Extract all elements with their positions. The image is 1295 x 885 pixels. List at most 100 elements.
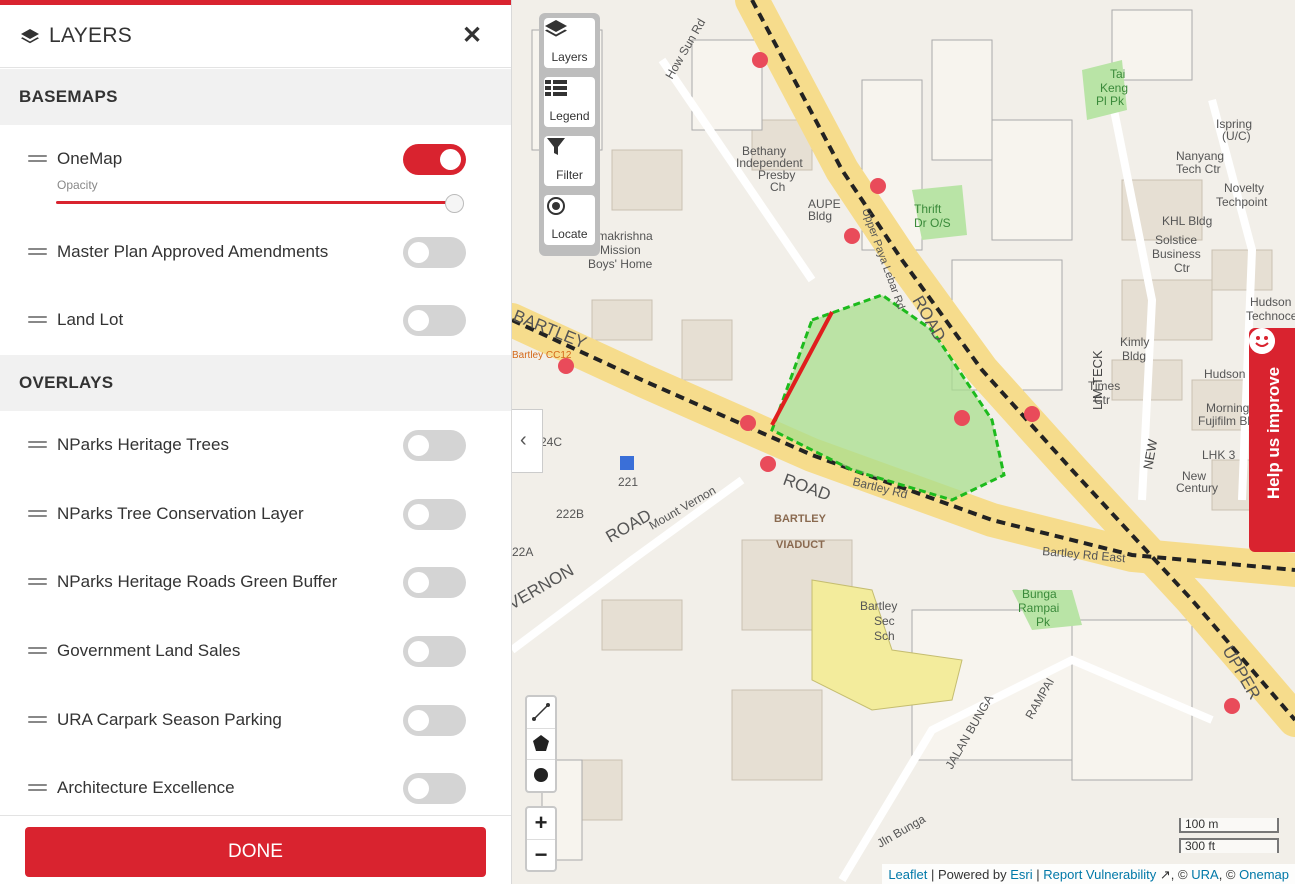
layers-button[interactable]: Layers (544, 18, 595, 68)
chevron-left-icon: ‹ (520, 429, 527, 451)
drag-handle-icon[interactable] (28, 578, 47, 587)
svg-text:Nanyang: Nanyang (1176, 149, 1224, 163)
polyline-icon (532, 703, 550, 721)
help-us-improve-tab[interactable]: Help us improve (1249, 328, 1295, 552)
esri-link[interactable]: Esri (1010, 867, 1032, 882)
opacity-thumb[interactable] (444, 194, 464, 213)
svg-text:Bunga: Bunga (1022, 587, 1057, 601)
map-view[interactable]: BARTLEY VIADUCT Bartley Sec Sch AUPE Bld… (512, 0, 1295, 884)
svg-text:Bartley CC12: Bartley CC12 (512, 350, 572, 361)
map-control-group: Layers Legend Filter Locate (539, 13, 600, 256)
svg-text:ROAD: ROAD (603, 505, 655, 546)
svg-text:22A: 22A (512, 545, 533, 559)
svg-text:Sec: Sec (874, 614, 895, 628)
green-buffer-toggle[interactable] (403, 567, 466, 598)
land-sales-toggle[interactable] (403, 636, 466, 667)
layer-row-land-lot: Land Lot (0, 301, 511, 341)
layers-icon (545, 20, 567, 37)
svg-text:Century: Century (1176, 481, 1218, 495)
filter-button[interactable]: Filter (544, 136, 595, 186)
layer-label: Land Lot (57, 310, 124, 329)
drag-handle-icon[interactable] (28, 716, 47, 725)
layer-label: NParks Tree Conservation Layer (57, 504, 304, 523)
draw-circle-button[interactable] (527, 759, 555, 790)
attribution-separator: | (1036, 867, 1040, 882)
svg-text:Pk: Pk (1036, 615, 1051, 629)
layer-label: NParks Heritage Roads Green Buffer (57, 572, 338, 591)
svg-text:KHL Bldg: KHL Bldg (1162, 214, 1212, 228)
svg-text:Pl Pk: Pl Pk (1096, 94, 1125, 108)
layer-label: OneMap (57, 149, 123, 168)
polygon-icon (533, 735, 549, 751)
attribution-text: | Powered by (931, 867, 1007, 882)
svg-text:Kimly: Kimly (1120, 335, 1149, 349)
svg-text:Bldg: Bldg (808, 209, 832, 223)
circle-icon (534, 768, 548, 782)
layer-row-architecture: Architecture Excellence (0, 769, 511, 809)
zoom-in-button[interactable]: + (527, 808, 555, 840)
close-button[interactable]: ✕ (459, 23, 485, 49)
leaflet-link[interactable]: Leaflet (888, 867, 927, 882)
svg-text:Novelty: Novelty (1224, 181, 1264, 195)
scale-imperial: 300 ft (1179, 838, 1279, 853)
onemap-toggle[interactable] (403, 144, 466, 175)
basemaps-heading: BASEMAPS (19, 87, 118, 106)
svg-text:24C: 24C (540, 435, 562, 449)
svg-text:VIADUCT: VIADUCT (776, 539, 825, 551)
drag-handle-icon[interactable] (28, 316, 47, 325)
locate-button[interactable]: Locate (544, 195, 595, 245)
land-lot-toggle[interactable] (403, 305, 466, 336)
drag-handle-icon[interactable] (28, 784, 47, 793)
overlays-heading: OVERLAYS (19, 373, 114, 392)
scale-bar: 100 m 300 ft (1179, 818, 1283, 858)
drag-handle-icon[interactable] (28, 441, 47, 450)
heritage-trees-toggle[interactable] (403, 430, 466, 461)
legend-button[interactable]: Legend (544, 77, 595, 127)
collapse-panel-button[interactable]: ‹ (512, 409, 543, 473)
report-vulnerability-link[interactable]: Report Vulnerability (1043, 867, 1156, 882)
draw-polygon-button[interactable] (527, 728, 555, 760)
draw-line-button[interactable] (527, 697, 555, 729)
zoom-control: + − (525, 806, 557, 872)
drag-handle-icon[interactable] (28, 647, 47, 656)
svg-text:Thrift: Thrift (914, 202, 942, 216)
ura-link[interactable]: URA (1191, 867, 1218, 882)
list-icon (545, 80, 567, 96)
svg-text:Business: Business (1152, 247, 1201, 261)
svg-text:LIM TECK: LIM TECK (1090, 350, 1105, 410)
drag-handle-icon[interactable] (28, 510, 47, 519)
layer-row-carpark: URA Carpark Season Parking (0, 701, 511, 741)
svg-text:221: 221 (618, 475, 638, 489)
opacity-slider[interactable] (56, 194, 476, 214)
layer-label: NParks Heritage Trees (57, 435, 229, 454)
master-plan-toggle[interactable] (403, 237, 466, 268)
panel-header: LAYERS ✕ (0, 5, 511, 68)
filter-icon (547, 138, 565, 155)
svg-text:Ch: Ch (770, 180, 785, 194)
svg-text:Ctr: Ctr (1174, 261, 1190, 275)
overlays-section-header: OVERLAYS (0, 355, 511, 411)
filter-button-label: Filter (556, 168, 583, 182)
svg-text:Hudson: Hudson (1204, 367, 1245, 381)
done-button[interactable]: DONE (25, 827, 486, 877)
legend-button-label: Legend (549, 109, 590, 123)
layer-label: Master Plan Approved Amendments (57, 242, 329, 261)
layer-label: URA Carpark Season Parking (57, 710, 282, 729)
svg-text:Hudson: Hudson (1250, 295, 1291, 309)
svg-text:BARTLEY: BARTLEY (774, 513, 827, 525)
svg-text:Keng: Keng (1100, 81, 1128, 95)
layer-row-green-buffer: NParks Heritage Roads Green Buffer (0, 563, 511, 603)
zoom-out-button[interactable]: − (527, 840, 555, 871)
architecture-toggle[interactable] (403, 773, 466, 804)
map-canvas[interactable]: BARTLEY VIADUCT Bartley Sec Sch AUPE Bld… (512, 0, 1295, 884)
onemap-link[interactable]: Onemap (1239, 867, 1289, 882)
drag-handle-icon[interactable] (28, 155, 47, 164)
svg-text:LHK 3: LHK 3 (1202, 448, 1236, 462)
tree-conservation-toggle[interactable] (403, 499, 466, 530)
drag-handle-icon[interactable] (28, 248, 47, 257)
opacity-track (56, 201, 454, 204)
svg-text:Dr O/S: Dr O/S (914, 216, 951, 230)
layer-row-master-plan: Master Plan Approved Amendments (0, 233, 511, 273)
carpark-toggle[interactable] (403, 705, 466, 736)
panel-title: LAYERS (49, 24, 133, 47)
